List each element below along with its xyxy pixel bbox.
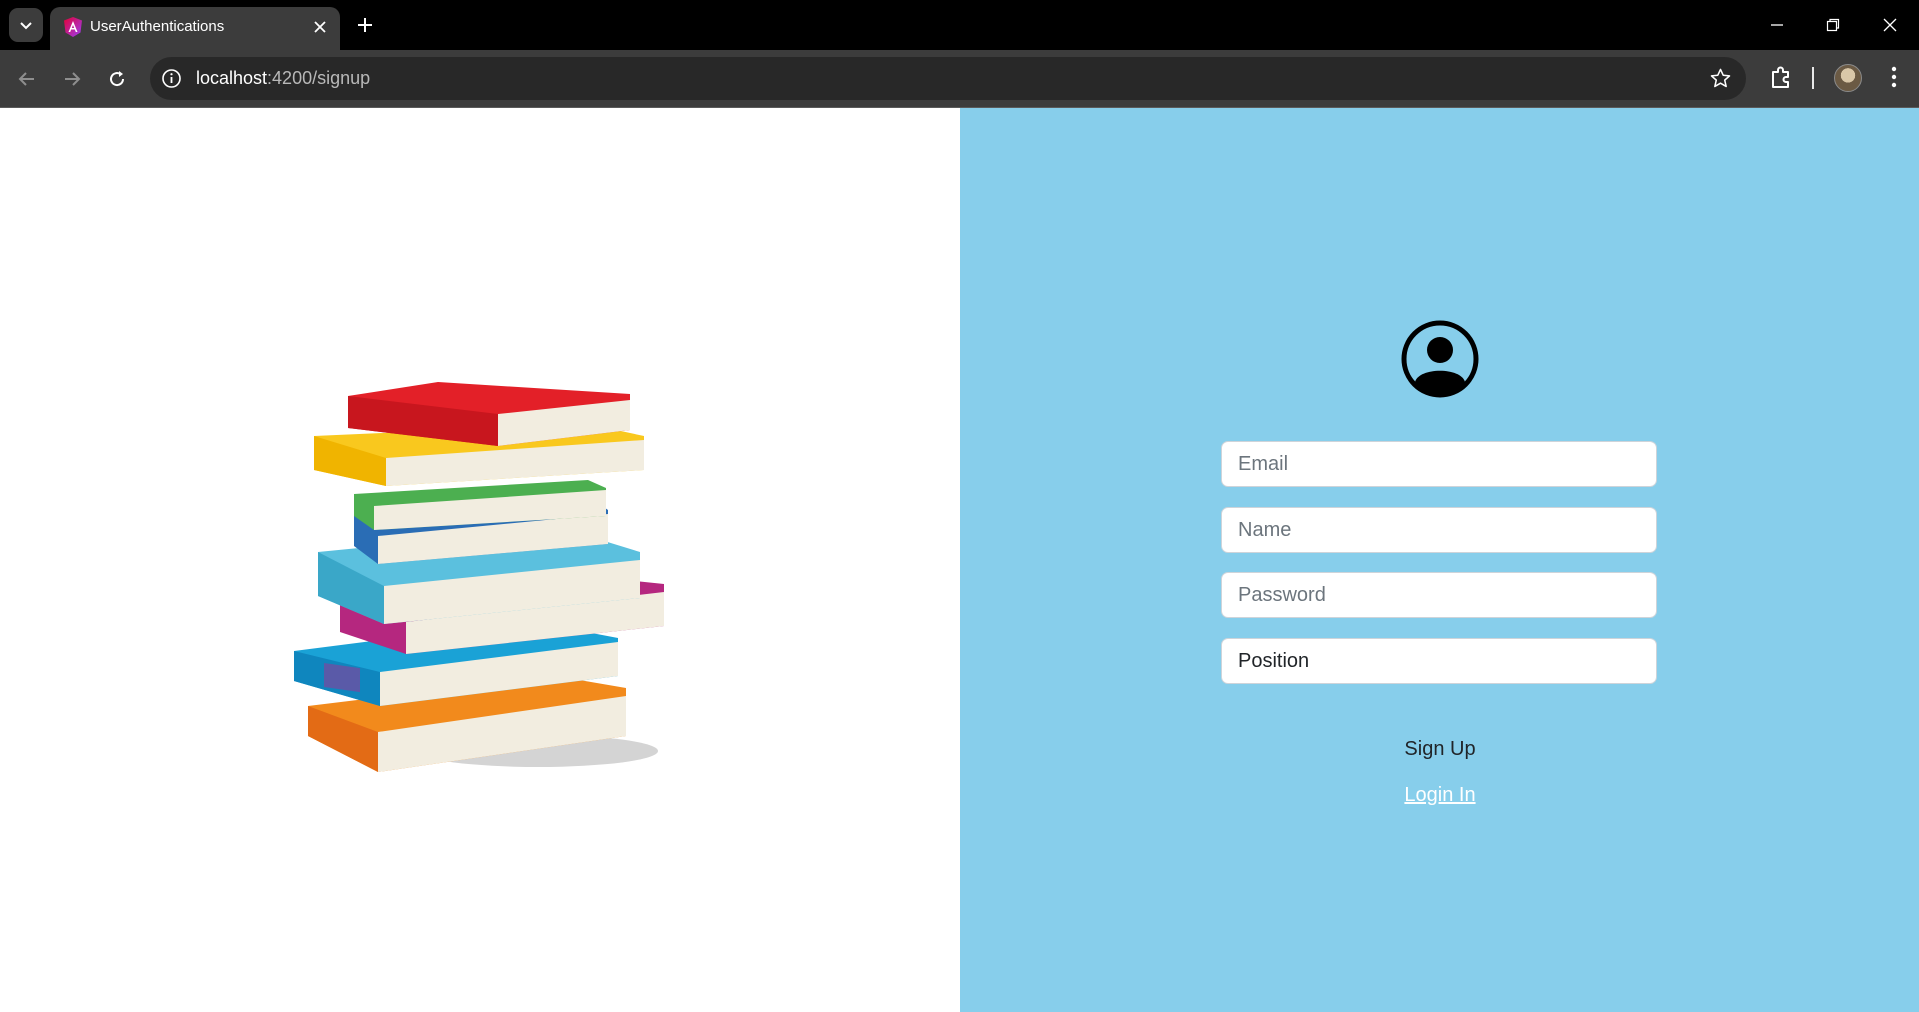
- tab-title: UserAuthentications: [90, 18, 225, 35]
- signup-button[interactable]: Sign Up: [1340, 729, 1540, 769]
- back-button[interactable]: [11, 63, 43, 95]
- tab-search-button[interactable]: [9, 8, 43, 42]
- star-icon[interactable]: [1709, 67, 1732, 90]
- reload-button[interactable]: [101, 63, 133, 95]
- minimize-icon: [1771, 24, 1783, 26]
- profile-avatar[interactable]: [1834, 64, 1862, 92]
- tab-strip: UserAuthentications: [0, 0, 1919, 50]
- plus-icon: [358, 18, 372, 32]
- close-icon: [314, 21, 326, 33]
- restore-icon: [1826, 18, 1840, 32]
- signup-panel: Sign Up Login In: [960, 108, 1919, 1012]
- new-tab-button[interactable]: [352, 12, 378, 38]
- extensions-icon[interactable]: [1767, 63, 1795, 91]
- user-circle-icon: [1401, 320, 1479, 398]
- reload-icon: [110, 71, 125, 87]
- forward-button[interactable]: [56, 63, 88, 95]
- url-host: localhost: [196, 68, 268, 88]
- url-path: :4200/signup: [267, 68, 371, 88]
- forward-arrow-icon: [65, 72, 81, 86]
- browser-toolbar: localhost:4200/signup: [0, 50, 1919, 108]
- password-field[interactable]: [1221, 572, 1657, 618]
- address-bar[interactable]: localhost:4200/signup: [150, 57, 1746, 100]
- url-text: localhost:4200/signup: [196, 68, 370, 89]
- position-field[interactable]: [1221, 638, 1657, 684]
- info-icon[interactable]: [160, 67, 183, 90]
- email-field[interactable]: [1221, 441, 1657, 487]
- window-close-button[interactable]: [1875, 10, 1905, 40]
- login-link[interactable]: Login In: [1340, 778, 1540, 812]
- angular-favicon-icon: [64, 17, 82, 37]
- illustration-panel: [0, 108, 960, 1012]
- more-menu-button[interactable]: [1880, 63, 1908, 91]
- restore-button[interactable]: [1818, 10, 1848, 40]
- browser-tab[interactable]: UserAuthentications: [50, 7, 340, 50]
- tab-search-icon: [20, 22, 32, 30]
- page-content: Sign Up Login In: [0, 108, 1919, 1012]
- more-menu-icon: [1891, 66, 1897, 88]
- tab-close-button[interactable]: [308, 15, 332, 39]
- minimize-button[interactable]: [1762, 10, 1792, 40]
- name-field[interactable]: [1221, 507, 1657, 553]
- back-arrow-icon: [18, 72, 34, 86]
- toolbar-divider: [1812, 67, 1814, 89]
- window-close-icon: [1883, 18, 1897, 32]
- books-stack-illustration: [294, 382, 664, 772]
